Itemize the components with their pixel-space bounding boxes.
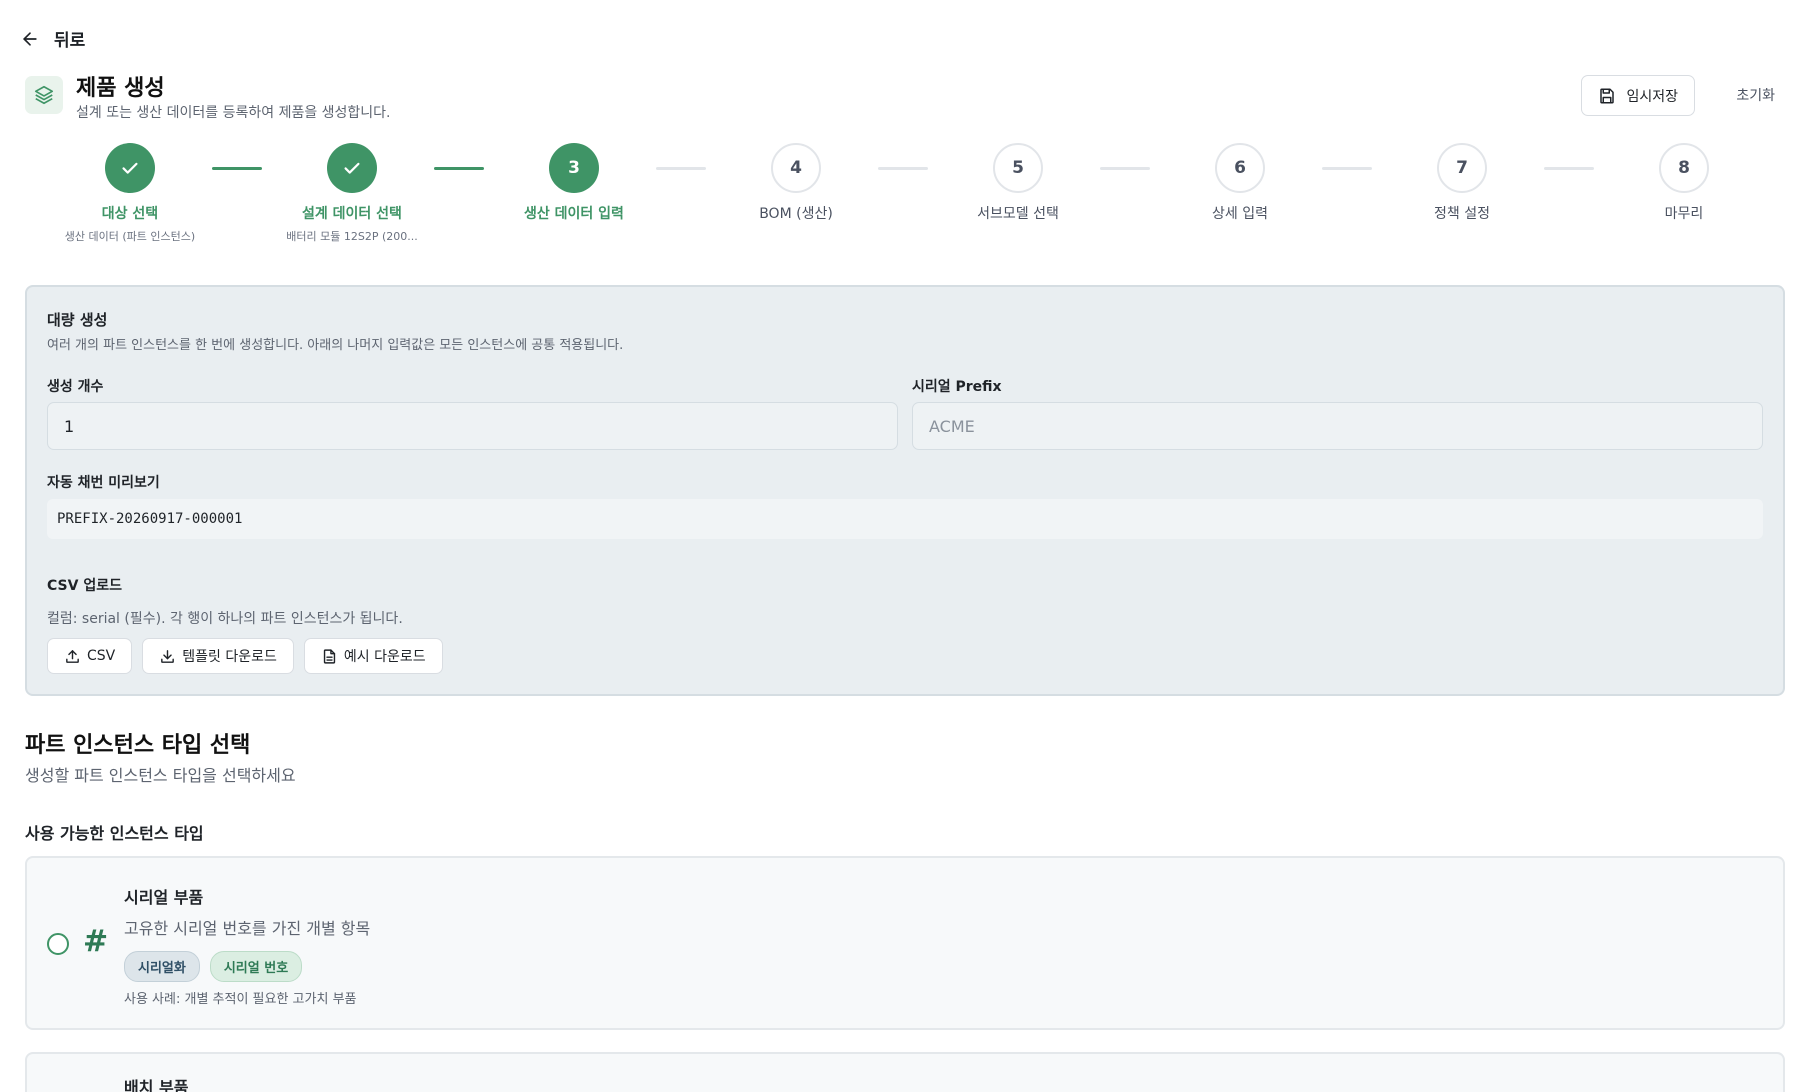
step-circle (105, 143, 155, 193)
step-circle: 5 (993, 143, 1043, 193)
step-label: 마무리 (1664, 206, 1704, 222)
step-connector (1544, 167, 1594, 170)
step-circle (327, 143, 377, 193)
step-7[interactable]: 7 정책 설정 (1382, 143, 1542, 223)
check-icon (344, 162, 360, 174)
step-connector (1100, 167, 1150, 170)
count-label: 생성 개수 (47, 379, 104, 395)
page-header: 제품 생성 설계 또는 생산 데이터를 등록하여 제품을 생성합니다. 임시저장… (25, 70, 1775, 124)
stepper: 대상 선택 생산 데이터 (파트 인스턴스) 설계 데이터 선택 배터리 모듈 … (50, 143, 1730, 243)
example-download-label: 예시 다운로드 (343, 649, 426, 665)
step-5[interactable]: 5 서브모델 선택 (938, 143, 1098, 223)
step-circle: 8 (1659, 143, 1709, 193)
step-label: 대상 선택 (101, 206, 159, 222)
page-subtitle: 설계 또는 생산 데이터를 등록하여 제품을 생성합니다. (76, 105, 391, 121)
back-link[interactable]: 뒤로 (20, 26, 85, 51)
check-icon (122, 162, 138, 174)
step-connector (212, 167, 262, 170)
back-label: 뒤로 (54, 31, 86, 51)
preview-label: 자동 채번 미리보기 (47, 475, 160, 491)
tag-serialized: 시리얼화 (124, 951, 200, 982)
csv-upload-label: CSV 업로드 (47, 578, 122, 594)
step-circle: 4 (771, 143, 821, 193)
arrow-left-icon (23, 31, 37, 46)
layers-icon (25, 76, 63, 114)
instance-type-title: 시리얼 부품 (124, 888, 204, 907)
step-4[interactable]: 4 BOM (생산) (716, 143, 876, 223)
instance-type-radio[interactable] (47, 933, 69, 955)
step-circle: 7 (1437, 143, 1487, 193)
step-2[interactable]: 설계 데이터 선택 배터리 모듈 12S2P (200... (272, 143, 432, 244)
upload-icon (66, 649, 79, 663)
instance-type-title: 배치 부품 (124, 1078, 189, 1092)
download-icon (161, 649, 175, 663)
save-draft-button[interactable]: 임시저장 (1581, 75, 1695, 116)
step-label: 정책 설정 (1434, 206, 1490, 222)
bulk-create-panel: 대량 생성 여러 개의 파트 인스턴스를 한 번에 생성합니다. 아래의 나머지… (25, 285, 1785, 696)
count-input[interactable] (47, 402, 898, 450)
step-label: 설계 데이터 선택 (302, 206, 402, 222)
instance-type-card-batch[interactable]: 배치 부품 (25, 1052, 1785, 1092)
prefix-label: 시리얼 Prefix (912, 379, 1002, 395)
csv-upload-button[interactable]: CSV (47, 638, 133, 674)
step-connector (656, 167, 706, 170)
step-1[interactable]: 대상 선택 생산 데이터 (파트 인스턴스) (50, 143, 210, 244)
bulk-title: 대량 생성 (47, 311, 108, 329)
step-3[interactable]: 3 생산 데이터 입력 (494, 143, 654, 223)
file-icon (323, 648, 336, 664)
available-types-label: 사용 가능한 인스턴스 타입 (25, 824, 204, 843)
csv-hint: 컬럼: serial (필수). 각 행이 하나의 파트 인스턴스가 됩니다. (47, 611, 403, 627)
page-title: 제품 생성 (76, 76, 165, 101)
example-download-button[interactable]: 예시 다운로드 (303, 638, 443, 674)
instance-section-title: 파트 인스턴스 타입 선택 (25, 733, 251, 758)
step-6[interactable]: 6 상세 입력 (1160, 143, 1320, 223)
instance-type-description: 고유한 시리얼 번호를 가진 개별 항목 (124, 919, 371, 938)
step-sublabel: 생산 데이터 (파트 인스턴스) (64, 230, 196, 243)
step-8[interactable]: 8 마무리 (1604, 143, 1764, 223)
csv-button-row: CSV 템플릿 다운로드 예시 다운로드 (47, 638, 443, 674)
tag-serial-number: 시리얼 번호 (209, 951, 303, 982)
step-label: 상세 입력 (1212, 206, 1268, 222)
prefix-input[interactable] (912, 402, 1763, 450)
step-label: 서브모델 선택 (977, 206, 1059, 222)
step-label: 생산 데이터 입력 (524, 206, 624, 222)
instance-type-card-serial[interactable]: # 시리얼 부품 고유한 시리얼 번호를 가진 개별 항목 시리얼화 시리얼 번… (25, 856, 1785, 1030)
bulk-description: 여러 개의 파트 인스턴스를 한 번에 생성합니다. 아래의 나머지 입력값은 … (47, 338, 624, 353)
save-draft-label: 임시저장 (1626, 88, 1678, 105)
template-download-label: 템플릿 다운로드 (182, 649, 277, 665)
step-circle: 3 (549, 143, 599, 193)
template-download-button[interactable]: 템플릿 다운로드 (142, 638, 294, 674)
step-label: BOM (생산) (759, 206, 833, 222)
hash-icon: # (83, 924, 109, 959)
step-sublabel: 배터리 모듈 12S2P (200... (286, 230, 418, 243)
instance-type-tags: 시리얼화 시리얼 번호 (124, 951, 303, 982)
step-connector (434, 167, 484, 170)
step-circle: 6 (1215, 143, 1265, 193)
csv-upload-label: CSV (87, 648, 116, 664)
save-icon (1600, 88, 1615, 103)
step-connector (878, 167, 928, 170)
instance-type-usage: 사용 사례: 개별 추적이 필요한 고가치 부품 (124, 992, 357, 1007)
reset-button[interactable]: 초기화 (1736, 85, 1775, 105)
instance-section-description: 생성할 파트 인스턴스 타입을 선택하세요 (25, 766, 296, 785)
step-connector (1322, 167, 1372, 170)
serial-preview: PREFIX-20260917-000001 (47, 499, 1763, 539)
